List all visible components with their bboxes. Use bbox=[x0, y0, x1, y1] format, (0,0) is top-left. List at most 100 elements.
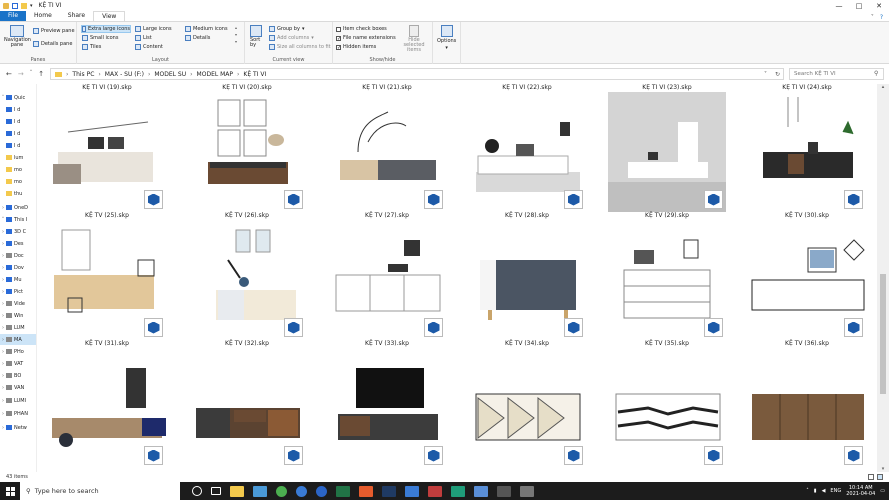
nav-item[interactable]: ˅ Quic bbox=[0, 92, 36, 103]
nav-item[interactable]: › Win bbox=[0, 310, 36, 321]
nav-item[interactable]: › 3D C bbox=[0, 226, 36, 237]
options-button[interactable]: Options ▾ bbox=[437, 25, 456, 51]
file-item[interactable]: KỆ TV (31).skp bbox=[42, 340, 172, 468]
minimize-button[interactable]: — bbox=[829, 2, 849, 10]
preview-pane-button[interactable]: Preview pane bbox=[33, 28, 75, 34]
close-button[interactable]: ✕ bbox=[869, 2, 889, 10]
file-thumbnail[interactable] bbox=[608, 348, 726, 468]
task-view-icon[interactable] bbox=[211, 487, 221, 495]
file-thumbnail[interactable] bbox=[48, 220, 166, 340]
up-arrow-icon[interactable]: ↑ bbox=[38, 70, 44, 78]
nav-item[interactable]: ˅ This I bbox=[0, 214, 36, 225]
file-item[interactable]: KỆ TI VI (19).skp bbox=[42, 84, 172, 212]
tab-share[interactable]: Share bbox=[60, 11, 93, 21]
nav-item[interactable]: I d bbox=[0, 128, 36, 139]
nav-item[interactable]: I d bbox=[0, 116, 36, 127]
search-input[interactable]: Search KỆ TI VI bbox=[789, 68, 884, 80]
add-columns-button[interactable]: Add columns ▾ bbox=[269, 35, 314, 41]
file-item[interactable]: KỆ TI VI (20).skp bbox=[182, 84, 312, 212]
size-columns-button[interactable]: Size all columns to fit bbox=[269, 44, 331, 50]
cortana-icon[interactable] bbox=[192, 486, 202, 496]
file-thumbnail[interactable] bbox=[188, 348, 306, 468]
sort-by-button[interactable]: Sort by bbox=[250, 25, 262, 48]
chrome-icon[interactable] bbox=[276, 485, 287, 497]
nav-item[interactable]: › LUM bbox=[0, 322, 36, 333]
file-thumbnail[interactable] bbox=[188, 92, 306, 212]
nav-item[interactable]: › Vide bbox=[0, 298, 36, 309]
file-thumbnail[interactable] bbox=[468, 220, 586, 340]
file-item[interactable]: KỆ TV (34).skp bbox=[462, 340, 592, 468]
file-item[interactable]: KỆ TI VI (24).skp bbox=[742, 84, 872, 212]
browser-icon[interactable] bbox=[316, 485, 327, 497]
breadcrumb-max-su[interactable]: MAX - SU (F:) bbox=[105, 71, 144, 78]
taskbar-search[interactable]: ⚲ Type here to search bbox=[20, 482, 180, 500]
nav-item[interactable]: › Netw bbox=[0, 422, 36, 433]
nav-item[interactable]: › PHAN bbox=[0, 408, 36, 419]
nav-item[interactable]: mo bbox=[0, 176, 36, 187]
chevron-down-icon[interactable]: ˅ bbox=[764, 71, 771, 78]
tab-file[interactable]: File bbox=[0, 11, 27, 21]
breadcrumb-ke-ti-vi[interactable]: KỆ TI VI bbox=[243, 71, 266, 78]
details-pane-button[interactable]: Details pane bbox=[33, 41, 72, 47]
volume-icon[interactable]: ◀ bbox=[822, 488, 826, 494]
nav-item[interactable]: › Mu bbox=[0, 274, 36, 285]
help-icon[interactable]: ? bbox=[880, 14, 883, 21]
store-icon[interactable] bbox=[253, 485, 267, 497]
file-thumbnail[interactable] bbox=[328, 92, 446, 212]
file-thumbnail[interactable] bbox=[748, 348, 866, 468]
file-thumbnail[interactable] bbox=[328, 220, 446, 340]
layout-large-icons[interactable]: Large icons bbox=[135, 26, 172, 32]
app-icon[interactable] bbox=[405, 485, 419, 497]
clock[interactable]: 10:14 AM 2021-04-04 bbox=[846, 485, 875, 497]
large-icons-view-icon[interactable] bbox=[877, 474, 883, 480]
nav-item[interactable]: › BO bbox=[0, 370, 36, 381]
file-thumbnail[interactable] bbox=[748, 220, 866, 340]
file-item[interactable]: KỆ TV (28).skp bbox=[462, 212, 592, 340]
media-icon[interactable] bbox=[359, 485, 373, 497]
app5-icon[interactable] bbox=[520, 485, 534, 497]
nav-item[interactable]: › LUMI bbox=[0, 395, 36, 406]
network-icon[interactable]: ▮ bbox=[814, 488, 817, 494]
layout-tiles[interactable]: Tiles bbox=[82, 44, 101, 50]
file-thumbnail[interactable] bbox=[748, 92, 866, 212]
nav-item[interactable]: › Pict bbox=[0, 286, 36, 297]
layout-content[interactable]: Content bbox=[135, 44, 163, 50]
layout-medium-icons[interactable]: Medium icons bbox=[185, 26, 228, 32]
layout-scroll[interactable]: ▴ ▾ ▾ bbox=[235, 25, 237, 44]
hidden-items-toggle[interactable]: ✓ Hidden items bbox=[336, 44, 376, 50]
chevron-up-icon[interactable]: ▴ bbox=[877, 84, 889, 90]
details-view-icon[interactable] bbox=[868, 474, 874, 480]
notification-icon[interactable]: ▭ bbox=[880, 488, 885, 494]
file-thumbnail[interactable] bbox=[328, 348, 446, 468]
address-field[interactable]: › This PC › MAX - SU (F:) › MODEL SU › M… bbox=[50, 68, 784, 80]
file-thumbnail[interactable] bbox=[48, 92, 166, 212]
file-name-extensions-toggle[interactable]: ✓ File name extensions bbox=[336, 35, 396, 41]
vertical-scrollbar[interactable]: ▴ ▾ bbox=[877, 84, 889, 472]
file-thumbnail[interactable] bbox=[48, 348, 168, 468]
layout-list[interactable]: List bbox=[135, 35, 152, 41]
file-item[interactable]: KỆ TV (36).skp bbox=[742, 340, 872, 468]
file-item[interactable]: KỆ TI VI (23).skp bbox=[602, 84, 732, 212]
scrollbar-thumb[interactable] bbox=[880, 274, 886, 394]
group-by-button[interactable]: Group by ▾ bbox=[269, 26, 304, 32]
sketchup-icon[interactable] bbox=[428, 485, 442, 497]
nav-item[interactable]: › Doc bbox=[0, 250, 36, 261]
file-explorer-icon[interactable] bbox=[230, 485, 244, 497]
hide-selected-items-button[interactable]: Hide selected items bbox=[397, 25, 431, 53]
layout-small-icons[interactable]: Small icons bbox=[82, 35, 118, 41]
maximize-button[interactable]: □ bbox=[849, 2, 869, 10]
app4-icon[interactable] bbox=[497, 485, 511, 497]
file-item[interactable]: KỆ TV (33).skp bbox=[322, 340, 452, 468]
nav-item[interactable]: thu bbox=[0, 188, 36, 199]
chevron-down-icon[interactable]: ˅ bbox=[871, 14, 874, 21]
file-item[interactable]: KỆ TI VI (21).skp bbox=[322, 84, 452, 212]
file-thumbnail[interactable] bbox=[608, 92, 726, 212]
refresh-icon[interactable]: ↻ bbox=[775, 71, 783, 78]
excel-icon[interactable] bbox=[336, 485, 350, 497]
forward-arrow-icon[interactable]: → bbox=[18, 70, 24, 78]
file-thumbnail[interactable] bbox=[468, 92, 586, 212]
nav-item[interactable]: › Dov bbox=[0, 262, 36, 273]
breadcrumb-model-map[interactable]: MODEL MAP bbox=[197, 71, 233, 78]
app2-icon[interactable] bbox=[451, 485, 465, 497]
new-folder-icon[interactable] bbox=[21, 2, 27, 9]
